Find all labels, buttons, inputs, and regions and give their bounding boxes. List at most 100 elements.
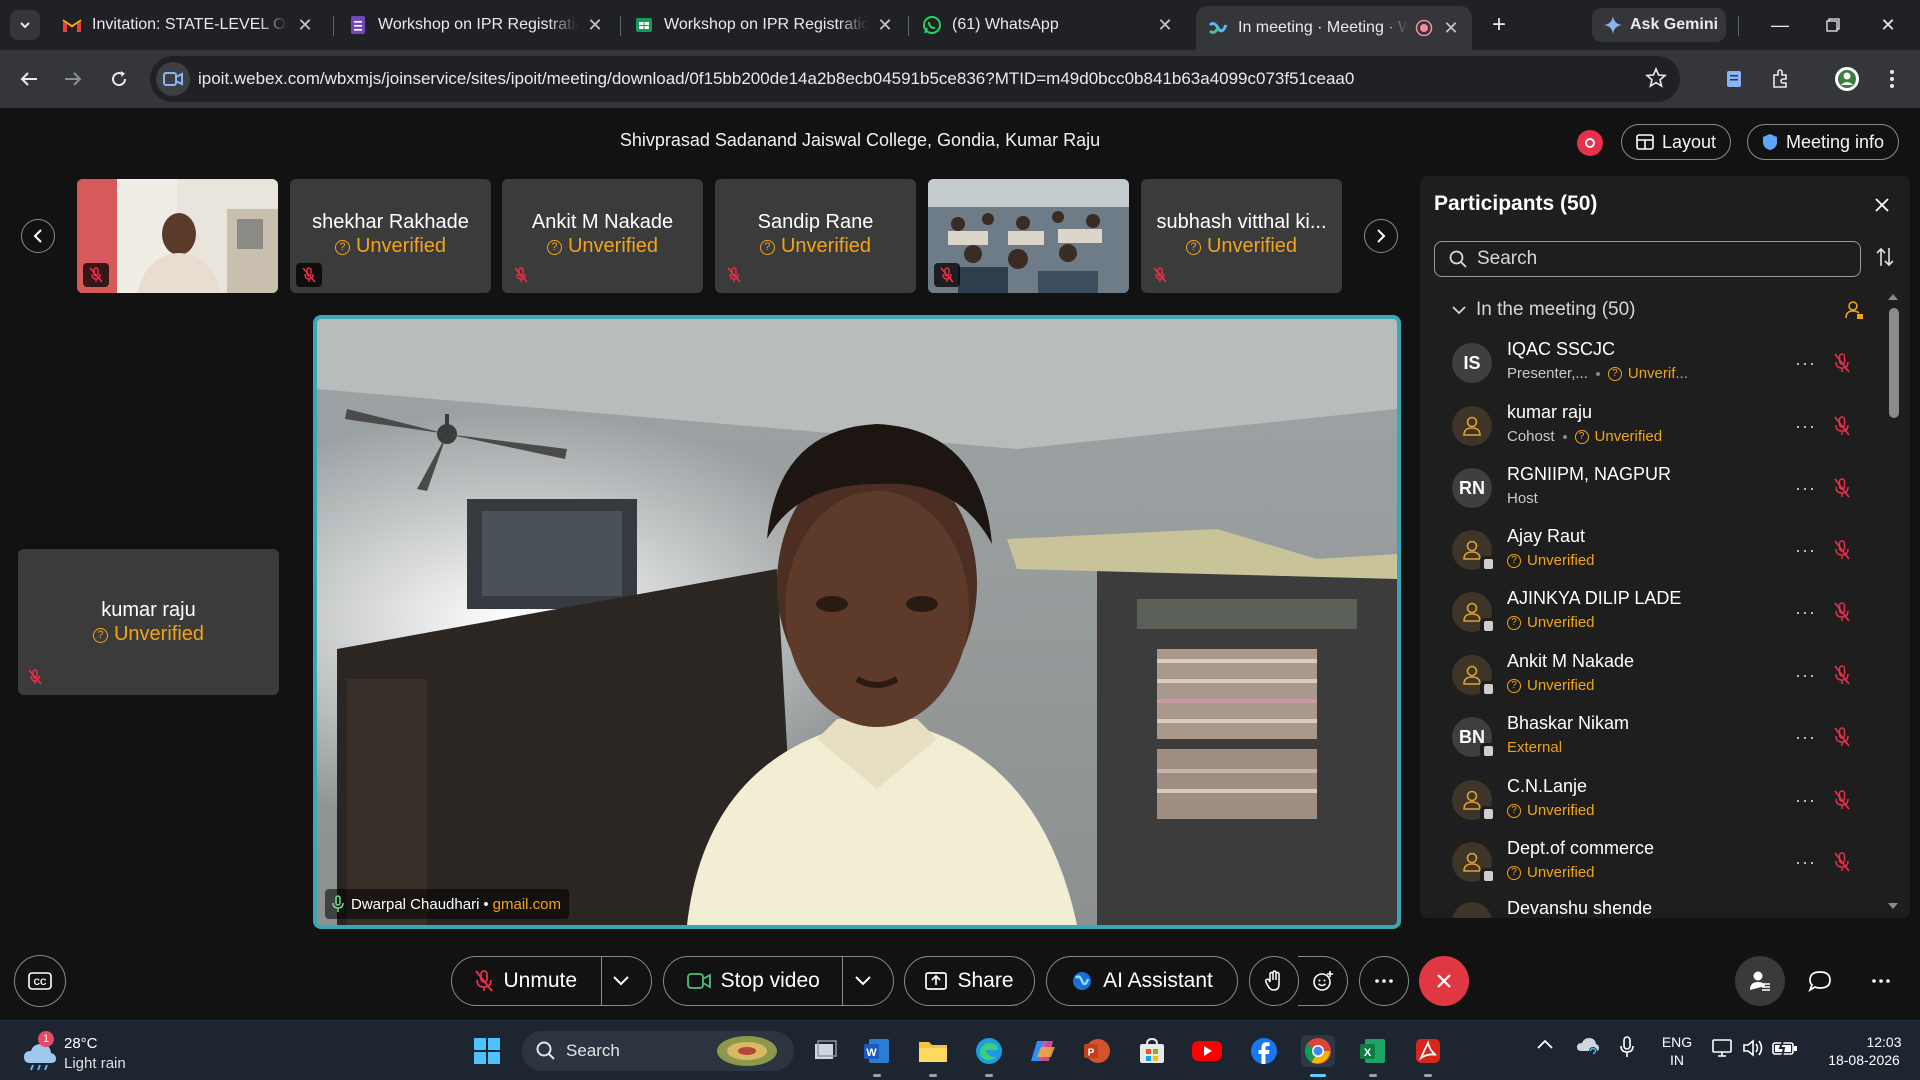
volume-icon[interactable]	[1742, 1038, 1764, 1058]
share-button[interactable]: Share	[904, 956, 1035, 1006]
participant-video-thumbnail[interactable]	[77, 179, 278, 293]
participant-row[interactable]: Ankit M Nakade ? Unverified ···	[1420, 645, 1880, 707]
recording-indicator-icon[interactable]	[1577, 130, 1603, 156]
more-options-icon[interactable]: ···	[1795, 790, 1816, 811]
site-info-icon[interactable]	[156, 62, 190, 96]
tab-sheets[interactable]: Workshop on IPR Registration ✕	[622, 8, 906, 42]
participants-search-input[interactable]: Search	[1434, 241, 1861, 277]
ai-assistant-button[interactable]: AI Assistant	[1046, 956, 1238, 1006]
muted-mic-icon[interactable]	[1834, 790, 1850, 810]
muted-mic-icon[interactable]	[1834, 602, 1850, 622]
chrome-menu-icon[interactable]	[1877, 64, 1907, 94]
powerpoint-icon[interactable]: P	[1080, 1035, 1114, 1067]
close-icon[interactable]: ✕	[296, 16, 314, 34]
weather-widget[interactable]: 1 28°C Light rain	[20, 1031, 140, 1075]
more-options-icon[interactable]: ···	[1795, 665, 1816, 686]
tab-forms[interactable]: Workshop on IPR Registration ✕	[336, 8, 616, 42]
microsoft-store-icon[interactable]	[1135, 1035, 1169, 1067]
tab-whatsapp[interactable]: (61) WhatsApp ✕	[910, 8, 1186, 42]
muted-mic-icon[interactable]	[1834, 416, 1850, 436]
participant-row[interactable]: Ajay Raut ? Unverified ···	[1420, 520, 1880, 582]
leave-meeting-button[interactable]	[1419, 956, 1469, 1006]
muted-mic-icon[interactable]	[1834, 852, 1850, 872]
chrome-icon[interactable]	[1301, 1035, 1335, 1077]
audio-options-chevron-icon[interactable]	[601, 976, 651, 986]
more-options-icon[interactable]: ···	[1795, 353, 1816, 374]
more-options-icon[interactable]: ···	[1795, 852, 1816, 873]
participant-row[interactable]: Dept.of commerce ? Unverified ···	[1420, 832, 1880, 894]
participant-row[interactable]: C.N.Lanje ? Unverified ···	[1420, 770, 1880, 832]
excel-icon[interactable]: X	[1356, 1035, 1390, 1077]
extensions-icon[interactable]	[1765, 64, 1795, 94]
more-options-icon[interactable]: ···	[1795, 478, 1816, 499]
chat-button[interactable]	[1795, 956, 1845, 1006]
person-lock-icon[interactable]	[1844, 300, 1864, 320]
system-clock[interactable]: 12:03 18-08-2026	[1808, 1033, 1920, 1069]
profile-avatar[interactable]	[1832, 64, 1862, 94]
task-view-icon[interactable]	[808, 1035, 842, 1067]
show-hidden-icons-chevron[interactable]	[1537, 1039, 1553, 1049]
forward-icon[interactable]	[58, 64, 88, 94]
facebook-icon[interactable]	[1247, 1035, 1281, 1067]
windows-start-icon[interactable]	[470, 1035, 504, 1067]
participant-row[interactable]: AJINKYA DILIP LADE ? Unverified ···	[1420, 582, 1880, 644]
panel-more-button[interactable]	[1856, 956, 1906, 1006]
close-panel-icon[interactable]	[1869, 192, 1895, 218]
more-options-button[interactable]	[1359, 956, 1409, 1006]
video-options-chevron-icon[interactable]	[843, 976, 893, 986]
tab-search-button[interactable]	[10, 10, 40, 40]
muted-mic-icon[interactable]	[1834, 540, 1850, 560]
participant-tile[interactable]: shekhar Rakhade ? Unverified	[290, 179, 491, 293]
reload-icon[interactable]	[104, 64, 134, 94]
more-options-icon[interactable]: ···	[1795, 602, 1816, 623]
network-icon[interactable]	[1712, 1038, 1734, 1058]
filmstrip-prev-button[interactable]	[21, 219, 55, 253]
muted-mic-icon[interactable]	[1834, 727, 1850, 747]
participant-tile[interactable]: Ankit M Nakade ? Unverified	[502, 179, 703, 293]
close-icon[interactable]: ✕	[586, 16, 604, 34]
more-options-icon[interactable]: ···	[1795, 416, 1816, 437]
muted-mic-icon[interactable]	[1834, 478, 1850, 498]
more-options-icon[interactable]: ···	[1795, 727, 1816, 748]
self-view-tile[interactable]: kumar raju ? Unverified	[18, 549, 279, 695]
youtube-icon[interactable]	[1190, 1035, 1224, 1067]
close-icon[interactable]: ✕	[876, 16, 894, 34]
scroll-down-arrow-icon[interactable]	[1887, 902, 1899, 910]
in-meeting-section-toggle[interactable]: In the meeting (50)	[1452, 299, 1635, 321]
meeting-info-button[interactable]: Meeting info	[1747, 124, 1900, 160]
minimize-icon[interactable]: —	[1765, 10, 1795, 40]
back-icon[interactable]	[14, 64, 44, 94]
new-tab-button[interactable]: +	[1486, 12, 1512, 38]
participant-tile[interactable]: Sandip Rane ? Unverified	[715, 179, 916, 293]
raise-hand-button[interactable]	[1249, 956, 1299, 1006]
edge-icon[interactable]	[972, 1035, 1006, 1077]
onedrive-sync-icon[interactable]	[1576, 1037, 1600, 1055]
acrobat-icon[interactable]	[1411, 1035, 1445, 1077]
word-icon[interactable]: W	[860, 1035, 894, 1077]
tab-webex-active[interactable]: In meeting · Meeting · Webex ✕	[1196, 6, 1472, 50]
restore-icon[interactable]	[1818, 10, 1848, 40]
close-window-icon[interactable]: ✕	[1873, 10, 1903, 40]
file-explorer-icon[interactable]	[916, 1035, 950, 1077]
bookmark-star-icon[interactable]	[1645, 67, 1667, 89]
reactions-button[interactable]	[1298, 956, 1348, 1006]
close-icon[interactable]: ✕	[1156, 16, 1174, 34]
participant-row[interactable]: Devanshu shende	[1420, 892, 1880, 918]
more-options-icon[interactable]: ···	[1795, 540, 1816, 561]
taskbar-search-box[interactable]: Search	[522, 1031, 794, 1071]
panel-scrollbar-thumb[interactable]	[1889, 308, 1899, 418]
close-icon[interactable]: ✕	[1442, 19, 1460, 37]
muted-mic-icon[interactable]	[1834, 665, 1850, 685]
participant-video-thumbnail[interactable]	[928, 179, 1129, 293]
reading-mode-icon[interactable]	[1719, 64, 1749, 94]
muted-mic-icon[interactable]	[1834, 353, 1850, 373]
scroll-up-arrow-icon[interactable]	[1887, 293, 1899, 301]
stop-video-button[interactable]: Stop video	[664, 969, 842, 993]
tab-gmail[interactable]: Invitation: STATE-LEVEL ONLINE ✕	[50, 8, 326, 42]
participant-row[interactable]: kumar raju Cohost ? Unverified ···	[1420, 396, 1880, 458]
layout-button[interactable]: Layout	[1621, 124, 1732, 160]
participant-tile[interactable]: subhash vitthal ki... ? Unverified	[1141, 179, 1342, 293]
filmstrip-next-button[interactable]	[1364, 219, 1398, 253]
ask-gemini-button[interactable]: Ask Gemini	[1592, 8, 1726, 42]
participant-row[interactable]: IS IQAC SSCJC Presenter,... ? Unverif... …	[1420, 333, 1880, 395]
